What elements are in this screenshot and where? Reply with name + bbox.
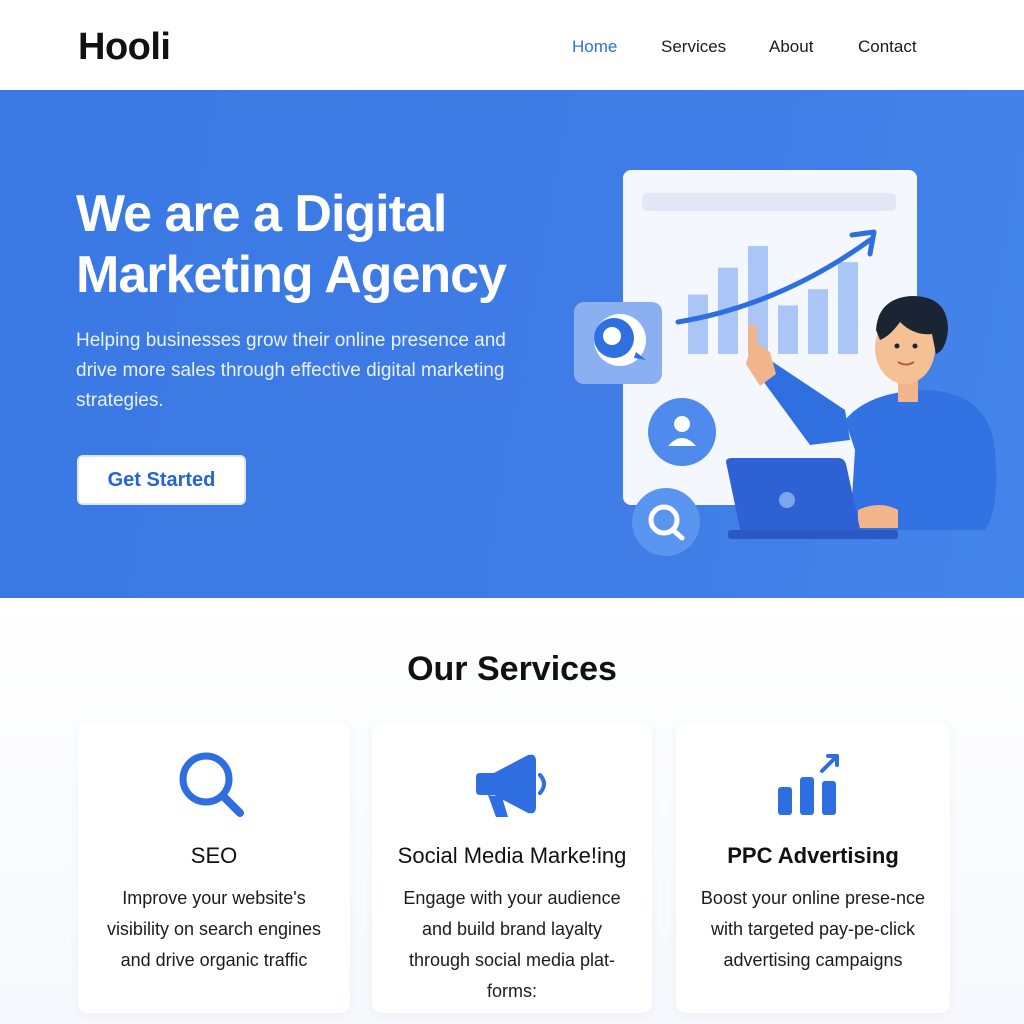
search-bubble-icon — [632, 488, 700, 556]
hero-illustration — [574, 170, 997, 556]
service-title-seo: SEO — [190, 843, 238, 868]
site-header: Hooli Home Services About Contact — [0, 0, 1024, 90]
nav-contact[interactable]: Contact — [858, 37, 917, 57]
dashboard-bar — [808, 289, 828, 354]
service-card-seo[interactable]: SEO Improve your website's visibility on… — [78, 723, 350, 1013]
service-card-social[interactable]: Social Media Marke!ing Engage with your … — [372, 723, 652, 1013]
service-card-ppc[interactable]: PPC Advertising Boost your online prese-… — [676, 723, 950, 1013]
nav-services[interactable]: Services — [661, 37, 726, 57]
nav-about[interactable]: About — [769, 37, 813, 57]
search-icon — [179, 752, 244, 817]
service-text-seo: Improve your website's visibility on sea… — [106, 888, 322, 970]
logo[interactable]: Hooli — [78, 26, 171, 69]
service-title-ppc: PPC Advertising — [727, 843, 899, 868]
dashboard-bar — [688, 294, 708, 354]
hero-section: We are a Digital Marketing Agency Helpin… — [0, 90, 1024, 598]
megaphone-icon — [476, 754, 546, 817]
dashboard-bar — [778, 305, 798, 354]
service-title-social: Social Media Marke!ing — [397, 843, 627, 868]
dashboard-bar — [838, 262, 858, 354]
services-title: Our Services — [407, 650, 617, 688]
nav-home[interactable]: Home — [572, 37, 617, 57]
bar-chart-icon — [778, 754, 839, 815]
service-text-social: Engage with your audience and build bran… — [403, 888, 621, 1001]
services-section: Our Services SEO Improve your website's … — [0, 598, 1024, 1024]
service-text-ppc: Boost your online prese-nce with targete… — [700, 888, 926, 970]
dashboard-header-bar — [642, 193, 896, 211]
